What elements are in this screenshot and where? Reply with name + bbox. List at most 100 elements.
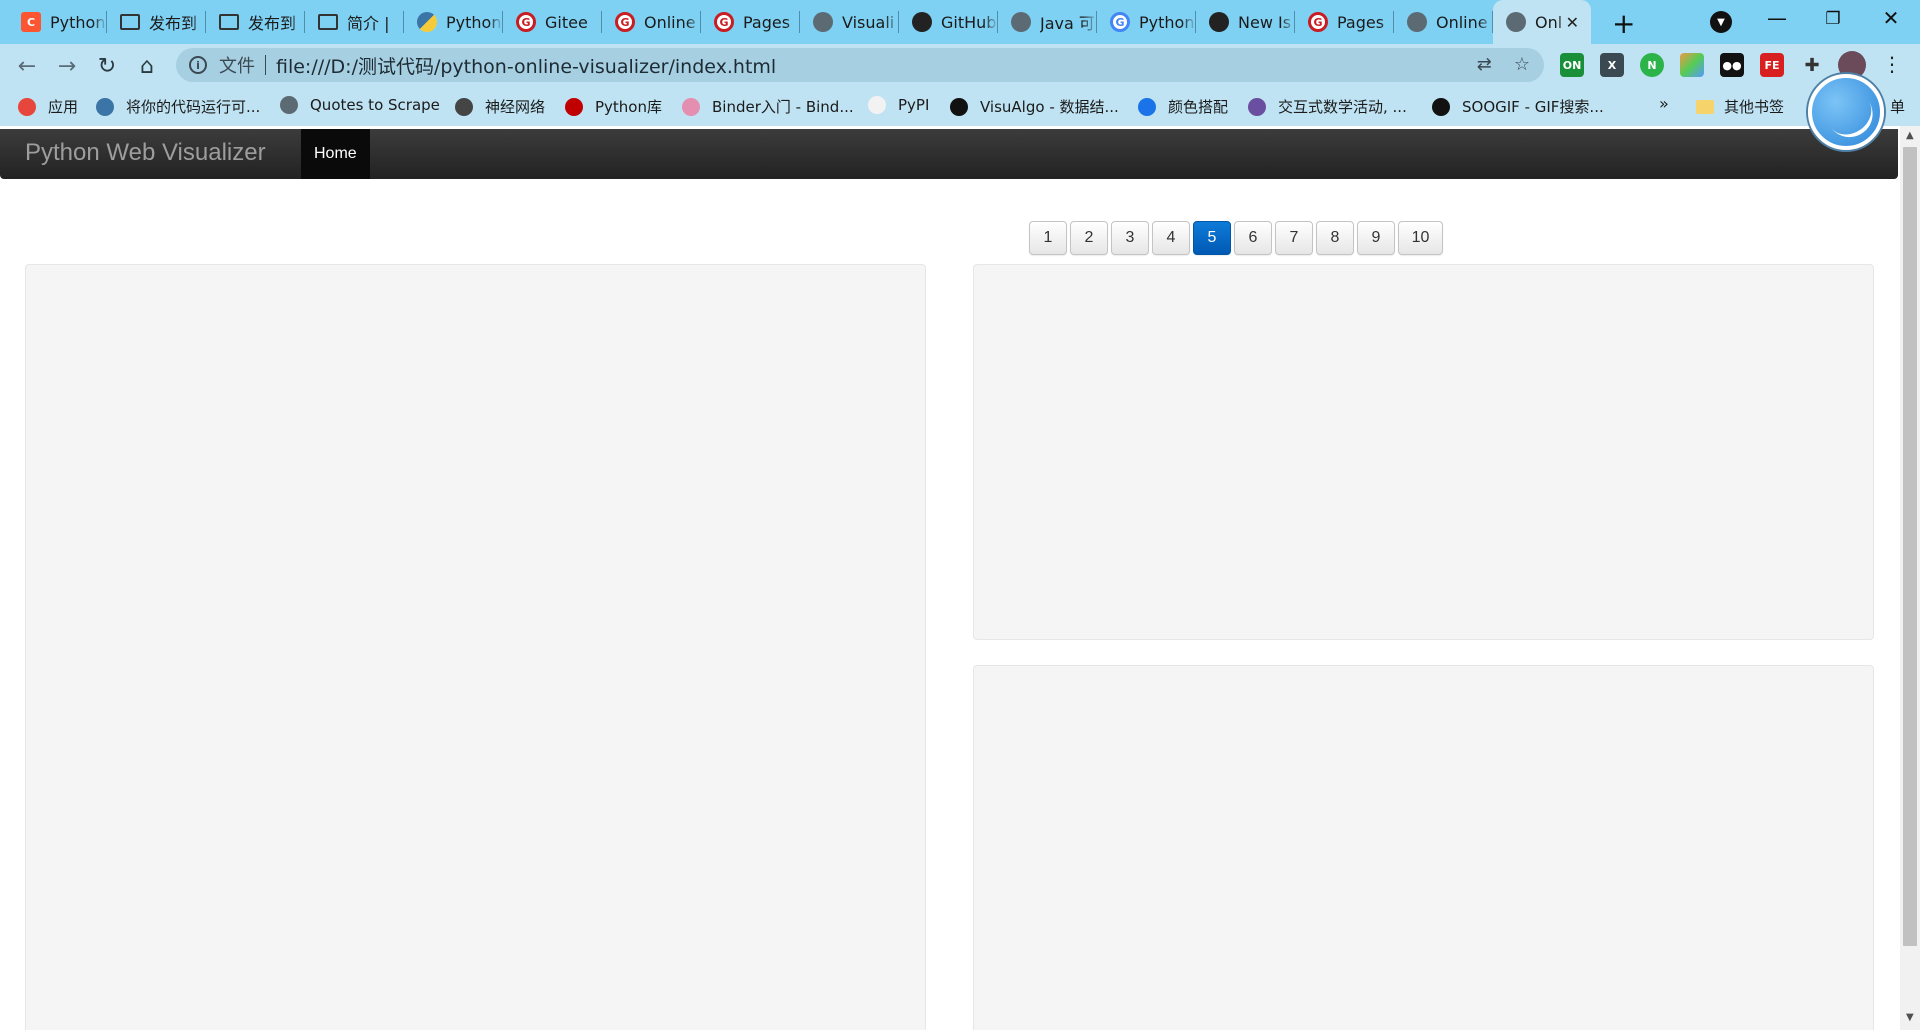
tab-close-icon[interactable]: ✕ [1566,13,1579,32]
tab[interactable]: Online [1394,0,1493,44]
address-bar[interactable]: i 文件 file:///D:/测试代码/python-online-visua… [176,48,1544,82]
reading-list-label[interactable]: 单 [1890,96,1905,117]
bookmark-favicon-icon [868,96,886,114]
tab-title: Python [446,12,502,32]
translate-icon[interactable]: ⇄ [1477,54,1492,75]
floating-assistant-orb[interactable] [1808,74,1884,150]
page-button-9[interactable]: 9 [1357,221,1395,255]
bookmark-favicon-icon [950,97,968,116]
extension-n-icon[interactable]: N [1640,53,1664,77]
bookmark-favicon-icon [565,97,583,116]
bookmark-item[interactable]: 交互式数学活动, ... [1248,96,1407,117]
site-info-icon[interactable]: i [189,56,207,74]
page-button-6[interactable]: 6 [1234,221,1272,255]
book-icon [219,14,239,30]
tab[interactable]: G Pages [701,0,800,44]
tab[interactable]: GitHub [899,0,998,44]
tab[interactable]: G Python [1097,0,1196,44]
close-window-icon[interactable]: ✕ [1876,6,1906,30]
csdn-icon: C [21,12,41,32]
globe-icon [813,12,833,32]
tab-title: Pages [743,12,791,32]
bookmarks-overflow-button[interactable]: » [1659,94,1669,113]
bookmark-item[interactable]: 应用 [18,96,78,117]
url-text[interactable]: file:///D:/测试代码/python-online-visualizer… [276,52,776,79]
bookmark-star-icon[interactable]: ☆ [1514,54,1530,75]
extension-color-icon[interactable] [1680,53,1704,77]
tab-title: Online [644,12,696,32]
tab[interactable]: Visuali [800,0,899,44]
tab[interactable]: G Online [602,0,701,44]
extension-glasses-icon[interactable]: ●● [1720,53,1744,77]
bookmark-label: Python库 [595,98,662,116]
right-bottom-panel [973,665,1874,1030]
tab[interactable]: C Python [8,0,107,44]
globe-icon [1011,12,1031,32]
tab-title: 简介 | [347,14,390,33]
tab-title: Gitee [545,12,588,32]
bookmark-item[interactable]: Python库 [565,96,662,117]
page-button-10[interactable]: 10 [1398,221,1443,255]
tab[interactable]: 简介 | [305,0,404,44]
bookmark-item[interactable]: 神经网络 [455,96,545,117]
tab[interactable]: Python [404,0,503,44]
reload-icon[interactable]: ↻ [92,51,122,81]
home-icon[interactable]: ⌂ [132,51,162,81]
google-icon: G [1110,12,1130,32]
page-button-8[interactable]: 8 [1316,221,1354,255]
page-button-2[interactable]: 2 [1070,221,1108,255]
browser-menu-icon[interactable]: ⋮ [1882,52,1902,76]
page-viewport: Python Web Visualizer Home 1 2 3 4 5 6 7 8 9 10 ▲… [0,126,1920,1030]
scroll-up-icon[interactable]: ▲ [1906,130,1914,141]
page-button-7[interactable]: 7 [1275,221,1313,255]
extension-fe-icon[interactable]: FE [1760,53,1784,77]
scroll-down-icon[interactable]: ▼ [1906,1012,1914,1023]
other-bookmarks-folder[interactable]: 其他书签 [1696,96,1784,117]
page-button-1[interactable]: 1 [1029,221,1067,255]
tab[interactable]: New Is [1196,0,1295,44]
page-scrollbar[interactable]: ▲ ▼ [1900,126,1920,1030]
browser-toolbar: ← → ↻ ⌂ i 文件 file:///D:/测试代码/python-onli… [0,44,1920,86]
bookmark-favicon-icon [455,97,473,116]
page-button-3[interactable]: 3 [1111,221,1149,255]
scroll-thumb[interactable] [1903,147,1917,946]
bookmark-label: 交互式数学活动, ... [1278,98,1407,116]
bookmark-item[interactable]: Binder入门 - Bind... [682,96,854,117]
bookmarks-bar: » 其他书签 单 应用 将你的代码运行可... Quotes to Scrape 神经… [0,86,1920,126]
tab[interactable]: 发布到 [206,0,305,44]
book-icon [120,14,140,30]
tab-title: Onl [1535,12,1563,32]
gitee-icon: G [516,12,536,32]
bookmark-item[interactable]: SOOGIF - GIF搜索... [1432,96,1604,117]
tab[interactable]: G Pages [1295,0,1394,44]
page-button-5[interactable]: 5 [1193,221,1231,255]
bookmark-label: 颜色搭配 [1168,98,1229,116]
bookmark-label: Binder入门 - Bind... [712,98,854,116]
bookmark-item[interactable]: 将你的代码运行可... [96,96,260,117]
tab-title: 发布到 [149,14,198,33]
tab[interactable]: Java 可 [998,0,1097,44]
minimize-icon[interactable]: — [1762,6,1792,30]
bookmark-label: Quotes to Scrape [310,96,440,114]
extensions-puzzle-icon[interactable]: ✚ [1800,53,1824,77]
page-button-4[interactable]: 4 [1152,221,1190,255]
bookmark-item[interactable]: PyPI [868,96,929,114]
globe-icon [1506,12,1526,32]
nav-home-link[interactable]: Home [301,129,370,179]
tab-title: GitHub [941,12,997,32]
forward-icon[interactable]: → [52,51,82,81]
app-brand[interactable]: Python Web Visualizer [25,139,266,167]
tab-active[interactable]: Onl ✕ [1493,0,1591,44]
restore-icon[interactable]: ❐ [1818,9,1848,29]
tab[interactable]: G Gitee [503,0,602,44]
tab-search-icon[interactable]: ▼ [1710,11,1732,33]
bookmark-label: 将你的代码运行可... [126,98,261,116]
bookmark-item[interactable]: 颜色搭配 [1138,96,1228,117]
bookmark-item[interactable]: VisuAlgo - 数据结... [950,96,1119,117]
tab[interactable]: 发布到 [107,0,206,44]
extension-x-icon[interactable]: X [1600,53,1624,77]
bookmark-item[interactable]: Quotes to Scrape [280,96,440,114]
back-icon[interactable]: ← [12,51,42,81]
new-tab-button[interactable]: + [1612,7,1635,40]
extension-on-icon[interactable]: ON [1560,53,1584,77]
